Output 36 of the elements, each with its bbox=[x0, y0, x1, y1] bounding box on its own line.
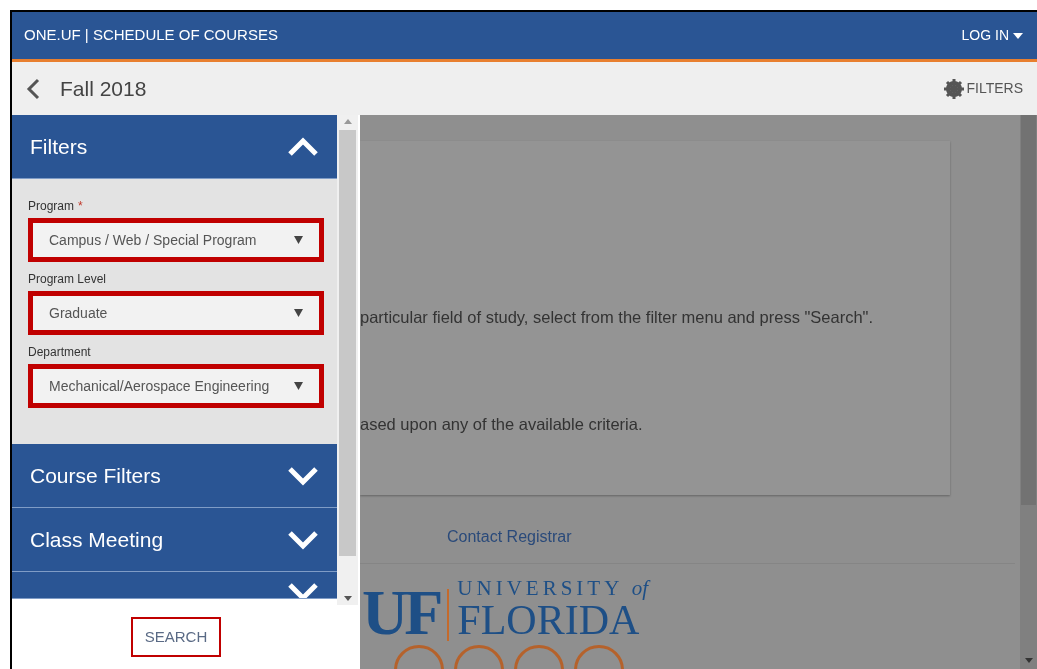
field-label: Department bbox=[28, 344, 91, 361]
chevron-down-icon bbox=[287, 529, 319, 550]
university-logo: UF UNIVERSITY of FLORIDA bbox=[362, 578, 652, 641]
site-title: ONE.UF | SCHEDULE OF COURSES bbox=[24, 25, 278, 46]
login-menu[interactable]: LOG IN bbox=[961, 25, 1025, 46]
gear-icon bbox=[944, 78, 965, 99]
back-icon[interactable] bbox=[26, 77, 40, 100]
info-text: particular field of study, select from the filter menu and press "Search". bbox=[360, 307, 875, 328]
accordion-header[interactable]: Filters bbox=[12, 115, 337, 179]
chevron-down-icon bbox=[287, 465, 319, 486]
scroll-down-icon bbox=[1024, 658, 1033, 663]
caret-icon bbox=[1013, 32, 1023, 39]
scrollbar[interactable] bbox=[337, 115, 358, 605]
page-scroll-thumb[interactable] bbox=[1021, 115, 1036, 505]
accordion-header[interactable]: Class Meeting bbox=[12, 508, 337, 572]
field-label: Program Level bbox=[28, 271, 107, 288]
dropdown-arrow-icon bbox=[294, 236, 303, 244]
select-field[interactable]: Mechanical/Aerospace Engineering bbox=[28, 364, 324, 408]
dropdown-arrow-icon bbox=[294, 382, 303, 390]
scroll-thumb[interactable] bbox=[339, 130, 356, 556]
term-title: Fall 2018 bbox=[60, 75, 147, 102]
accordion-header[interactable] bbox=[12, 572, 337, 599]
chevron-up-icon bbox=[287, 136, 319, 157]
scroll-down-icon bbox=[343, 596, 352, 601]
required-mark: * bbox=[78, 198, 83, 215]
page-scrollbar[interactable] bbox=[1020, 115, 1037, 669]
info-text: ased upon any of the available criteria. bbox=[360, 413, 644, 435]
accordion-header[interactable]: Course Filters bbox=[12, 444, 337, 508]
scroll-up-icon bbox=[343, 119, 352, 124]
search-button[interactable]: SEARCH bbox=[130, 617, 222, 657]
chevron-down-icon bbox=[287, 582, 319, 598]
select-field[interactable]: Graduate bbox=[28, 291, 324, 335]
field-label: Program bbox=[28, 198, 74, 215]
dropdown-arrow-icon bbox=[294, 309, 303, 317]
filters-button[interactable]: FILTERS bbox=[944, 78, 1023, 99]
select-field[interactable]: Campus / Web / Special Program bbox=[28, 218, 324, 262]
